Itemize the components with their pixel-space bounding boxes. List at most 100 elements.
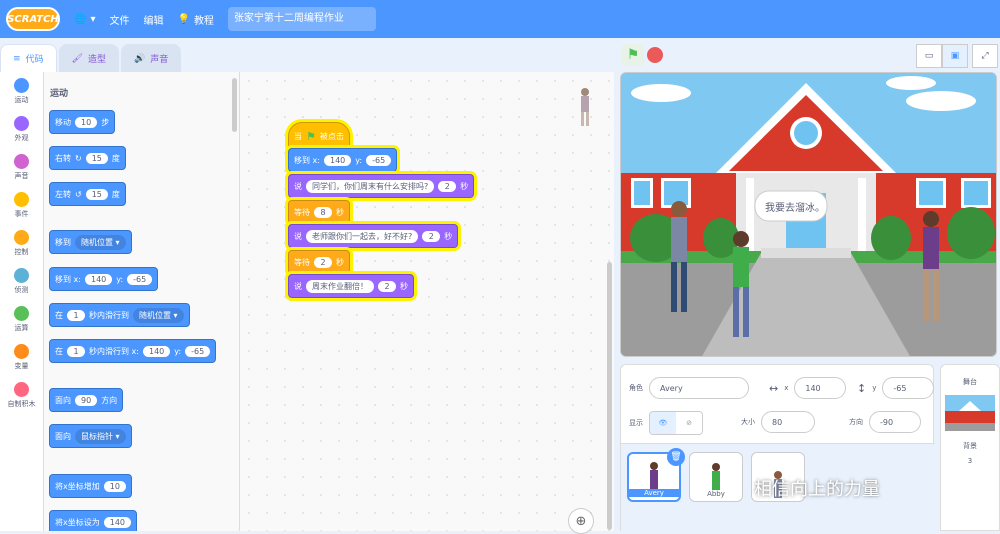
y-input[interactable]: -65 xyxy=(882,377,935,399)
glide-xy-block[interactable]: 在 1 秒内滑行到 x: 140 y: -65 xyxy=(49,339,217,363)
sprite-tile-abby[interactable]: Abby xyxy=(689,452,743,502)
say-for-secs-block[interactable]: 说同学们，你们周末有什么安排吗? 2 秒 xyxy=(288,174,475,198)
x-input[interactable]: 140 xyxy=(84,273,113,285)
project-title-input[interactable]: 张家宁第十二周编程作业 xyxy=(227,7,376,31)
wait-block[interactable]: 等待 2 秒 xyxy=(288,250,350,274)
x-input[interactable]: 140 xyxy=(103,516,132,528)
label: 秒内滑行到 xyxy=(89,310,129,320)
label: 秒 xyxy=(336,207,344,217)
tutorials-menu[interactable]: 💡 教程 xyxy=(177,12,213,27)
label: 移到 xyxy=(55,237,71,247)
message-input[interactable]: 周末作业翻倍！ xyxy=(306,279,374,293)
seconds-input[interactable]: 1 xyxy=(67,345,85,357)
tab-costumes[interactable]: 🖌 造型 xyxy=(58,44,120,72)
degrees-input[interactable]: 15 xyxy=(85,188,108,200)
small-stage-button[interactable]: ▭ xyxy=(916,44,942,68)
green-flag-button[interactable]: ⚑ xyxy=(622,44,644,66)
tab-sounds[interactable]: 🔊 声音 xyxy=(121,44,182,72)
direction-input[interactable]: -90 xyxy=(869,411,921,433)
small-stage-icon: ▭ xyxy=(924,51,934,61)
category-7[interactable]: 变量 xyxy=(0,338,43,376)
message-input[interactable]: 老师跟你们一起去，好不好? xyxy=(306,229,419,243)
direction-input[interactable]: 90 xyxy=(75,394,98,406)
stage[interactable]: 我要去溜冰。 xyxy=(620,72,997,357)
category-1[interactable]: 外观 xyxy=(0,110,43,148)
say-for-secs-block[interactable]: 说周末作业翻倍！ 2 秒 xyxy=(288,274,414,298)
stage-selector[interactable]: 舞台 背景 3 xyxy=(940,364,1000,531)
workspace-scrollbar[interactable] xyxy=(607,262,612,530)
category-8[interactable]: 自制积木 xyxy=(0,376,43,414)
sprite-tile-avery[interactable]: Avery 🗑 xyxy=(627,448,685,502)
hide-button[interactable]: ⊘ xyxy=(676,412,702,434)
x-input[interactable]: 140 xyxy=(142,345,171,357)
y-input[interactable]: -65 xyxy=(127,273,153,285)
scratch-logo[interactable]: SCRATCH xyxy=(6,7,60,31)
large-stage-button[interactable]: ▣ xyxy=(942,44,968,68)
stop-button[interactable] xyxy=(646,46,664,64)
glide-block[interactable]: 在 1 秒内滑行到 随机位置 ▾ xyxy=(49,303,190,327)
seconds-input[interactable]: 2 xyxy=(438,180,457,192)
language-menu[interactable]: 🌐 ▾ xyxy=(74,14,95,25)
goto-dropdown[interactable]: 随机位置 ▾ xyxy=(75,234,126,250)
seconds-input[interactable]: 2 xyxy=(378,280,396,292)
towards-dropdown[interactable]: 鼠标指针 ▾ xyxy=(75,428,126,444)
category-4[interactable]: 控制 xyxy=(0,224,43,262)
turn-right-block[interactable]: 右转 ↻ 15 度 xyxy=(49,146,126,170)
move-block[interactable]: 移动 10 步 xyxy=(49,110,116,134)
when-flag-clicked-block[interactable]: 当 ⚑ 被点击 xyxy=(288,122,350,150)
seconds-input[interactable]: 8 xyxy=(314,206,332,218)
sprite-name-input[interactable]: Avery xyxy=(649,377,749,399)
category-2[interactable]: 声音 xyxy=(0,148,43,186)
eye-icon: 👁 xyxy=(658,419,668,427)
wait-block[interactable]: 等待 8 秒 xyxy=(288,200,350,224)
size-input[interactable]: 80 xyxy=(761,411,815,433)
say-for-secs-block[interactable]: 说老师跟你们一起去，好不好? 2 秒 xyxy=(288,224,459,248)
message-input[interactable]: 同学们，你们周末有什么安排吗? xyxy=(306,179,435,193)
goto-xy-block[interactable]: 移到 x: 140 y: -65 xyxy=(288,148,398,172)
fullscreen-button[interactable]: ⤢ xyxy=(972,44,998,68)
sprite-label: 角色 xyxy=(629,384,643,392)
goto-block[interactable]: 移到 随机位置 ▾ xyxy=(49,230,132,254)
turn-left-block[interactable]: 左转 ↺ 15 度 xyxy=(49,182,126,206)
seconds-input[interactable]: 2 xyxy=(314,256,332,268)
y-arrows-icon: ↕ xyxy=(857,381,867,395)
category-0[interactable]: 运动 xyxy=(0,72,43,110)
point-direction-block[interactable]: 面向 90 方向 xyxy=(49,388,124,412)
seconds-input[interactable]: 2 xyxy=(422,230,441,242)
steps-input[interactable]: 10 xyxy=(75,116,98,128)
file-menu[interactable]: 文件 xyxy=(109,12,129,27)
stage-controls: ⚑ ▭ ▣ ⤢ xyxy=(620,44,1000,68)
set-x-block[interactable]: 将x坐标设为 140 xyxy=(49,510,138,531)
label: 将x坐标设为 xyxy=(55,517,100,527)
tab-code[interactable]: ≡ 代码 xyxy=(0,44,57,72)
avery-thumbnail xyxy=(650,462,658,489)
delete-sprite-button[interactable]: 🗑 xyxy=(667,448,685,466)
code-workspace[interactable]: 当 ⚑ 被点击 移到 x: 140 y: -65 说同学们，你们周末有什么安排吗? 2 秒 等… xyxy=(240,72,614,531)
label: 说 xyxy=(294,281,302,291)
goto-xy-block[interactable]: 移到 x: 140 y: -65 xyxy=(49,267,159,291)
label: y: xyxy=(355,155,363,165)
watermark-text: 相信向上的力量 xyxy=(754,479,880,500)
edit-menu[interactable]: 编辑 xyxy=(143,12,163,27)
large-stage-icon: ▣ xyxy=(950,51,960,61)
show-button[interactable]: 👁 xyxy=(650,412,676,434)
degrees-input[interactable]: 15 xyxy=(85,152,108,164)
x-input[interactable]: 140 xyxy=(794,377,847,399)
label: 面向 xyxy=(55,395,71,405)
menu-bar: SCRATCH 🌐 ▾ 文件 编辑 💡 教程 张家宁第十二周编程作业 xyxy=(0,0,1000,38)
y-input[interactable]: -65 xyxy=(366,154,392,166)
y-input[interactable]: -65 xyxy=(185,345,211,357)
label: 秒 xyxy=(460,181,469,191)
seconds-input[interactable]: 1 xyxy=(67,309,85,321)
category-5[interactable]: 侦测 xyxy=(0,262,43,300)
label: 移到 x: xyxy=(294,155,320,165)
glide-dropdown[interactable]: 随机位置 ▾ xyxy=(133,307,184,323)
category-6[interactable]: 运算 xyxy=(0,300,43,338)
palette-scrollbar[interactable] xyxy=(232,78,237,132)
x-input[interactable]: 10 xyxy=(103,480,126,492)
point-towards-block[interactable]: 面向 鼠标指针 ▾ xyxy=(49,424,132,448)
zoom-in-button[interactable]: ⊕ xyxy=(568,508,594,534)
x-input[interactable]: 140 xyxy=(323,154,352,166)
change-x-block[interactable]: 将x坐标增加 10 xyxy=(49,474,132,498)
category-3[interactable]: 事件 xyxy=(0,186,43,224)
